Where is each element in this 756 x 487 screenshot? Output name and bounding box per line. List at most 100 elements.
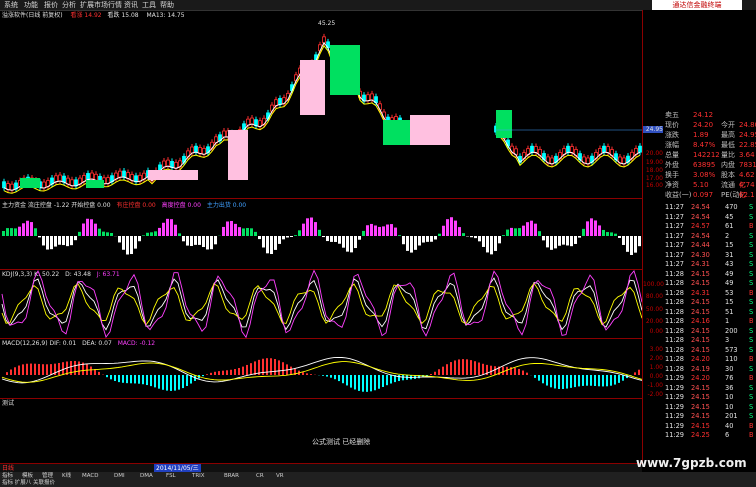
tick-row: 11:29 24.15 10 S (663, 403, 756, 413)
volume-bar (290, 236, 293, 237)
macd-bar (38, 363, 40, 375)
macd-bar (362, 375, 364, 392)
tick-price: 24.15 (691, 402, 710, 411)
volume-bar (254, 231, 257, 236)
volume-bar (126, 236, 129, 255)
menu-analysis[interactable]: 分析 (62, 0, 76, 10)
indicator-tab[interactable]: MACD (82, 472, 99, 480)
volume-bar (206, 236, 209, 250)
macd-bar (542, 375, 544, 384)
indicator-tab[interactable]: DMI (114, 472, 125, 480)
macd-bar (354, 375, 356, 390)
tick-row: 11:29 24.15 201 S (663, 412, 756, 422)
tick-row: 11:28 24.15 15 S (663, 298, 756, 308)
macd-bar (478, 362, 480, 375)
tick-price: 24.15 (691, 307, 710, 316)
quote-row: 外盘 63895 内盘 78317 (665, 160, 756, 170)
candle-body (274, 99, 278, 107)
axis-tick: 1.00 (649, 364, 663, 371)
menu-tools[interactable]: 工具 (142, 0, 156, 10)
macd-bar (342, 375, 344, 384)
indicator-tab[interactable]: BRAR (224, 472, 239, 480)
tick-row: 11:28 24.15 49 S (663, 279, 756, 289)
tick-price: 24.31 (691, 260, 710, 268)
macd-bar (570, 375, 572, 388)
macd-bar (326, 375, 328, 377)
volume-bar (362, 230, 365, 236)
volume-bar (106, 232, 109, 236)
tick-price: 24.30 (691, 250, 710, 259)
tick-time: 11:29 (665, 402, 685, 411)
menu-extended-market[interactable]: 扩展市场行情 (80, 0, 122, 10)
indicator-tab[interactable]: K线 (62, 472, 71, 480)
tick-price: 24.31 (691, 288, 710, 297)
tick-time: 11:27 (665, 212, 685, 221)
macd-bar (6, 372, 8, 375)
tick-side: S (749, 203, 754, 211)
volume-bar (110, 232, 113, 236)
volume-bar (554, 236, 557, 249)
volume-bar (134, 236, 137, 249)
macd-bar (634, 372, 636, 375)
macd-bar (250, 363, 252, 375)
volume-bar (446, 219, 449, 236)
menu-function[interactable]: 功能 (24, 0, 38, 10)
tick-price: 24.54 (691, 203, 710, 211)
indicator-tab[interactable]: FSL (166, 472, 176, 480)
indicator-tab[interactable]: TRIX (192, 472, 205, 480)
macd-bar (98, 371, 100, 375)
volume-bar (518, 228, 521, 236)
tick-side: S (749, 212, 754, 221)
macd-bar (210, 372, 212, 375)
tick-time: 11:28 (665, 279, 685, 287)
tick-row: 11:27 24.54 45 S (663, 213, 756, 223)
indicator-tab[interactable]: DMA (140, 472, 153, 480)
volume-bar (530, 220, 533, 236)
candle-body (606, 146, 610, 154)
candle-body (54, 175, 58, 183)
tick-row: 11:28 24.15 49 S (663, 270, 756, 280)
indicator-tab[interactable]: VR (276, 472, 284, 480)
indicator-tab[interactable]: 管理 (42, 472, 53, 480)
axis-tick: 18.00 (645, 167, 663, 174)
menu-news[interactable]: 资讯 (124, 0, 138, 10)
menu-system[interactable]: 系统 (4, 0, 18, 10)
volume-bar (66, 236, 69, 247)
macd-bar (254, 361, 256, 375)
macd-bar (230, 369, 232, 375)
macd-bar (374, 375, 376, 391)
indicator-tab[interactable]: 指标 (2, 472, 13, 480)
volume-bar (342, 236, 345, 248)
menu-help[interactable]: 帮助 (160, 0, 174, 10)
volume-bar (150, 232, 153, 236)
chart-area[interactable]: 溢涨软件(日线 前复权) 看涨 14.92 看跌 15.08 MA13: 14.… (0, 10, 642, 463)
quote-label: 净资 (665, 181, 679, 189)
volume-bar (626, 236, 629, 252)
quote-label: 现价 (665, 121, 679, 129)
macd-bar (22, 364, 24, 375)
macd-bar (278, 360, 280, 375)
tick-side: S (749, 412, 754, 420)
volume-bar (18, 226, 21, 236)
tick-side: S (749, 279, 754, 287)
indicator-tab[interactable]: 模板 (22, 472, 33, 480)
macd-bar (290, 366, 292, 375)
volume-bar (122, 236, 125, 250)
macd-bar (214, 371, 216, 375)
volume-bar (198, 236, 201, 245)
macd-bar (126, 375, 128, 384)
volume-bar (438, 233, 441, 236)
tick-time: 11:28 (665, 364, 685, 373)
quote-value: 5.10 (693, 181, 709, 189)
macd-bar (434, 371, 436, 375)
tick-volume: 15 (725, 298, 734, 306)
menu-quote[interactable]: 报价 (44, 0, 58, 10)
macd-bar (550, 375, 552, 388)
volume-bar (230, 220, 233, 236)
tick-time: 11:28 (665, 317, 685, 325)
signal-zone (410, 115, 450, 145)
volume-bar (490, 236, 493, 255)
tick-side: S (749, 364, 754, 373)
indicator-tab[interactable]: CR (256, 472, 264, 480)
volume-bar (34, 228, 37, 236)
